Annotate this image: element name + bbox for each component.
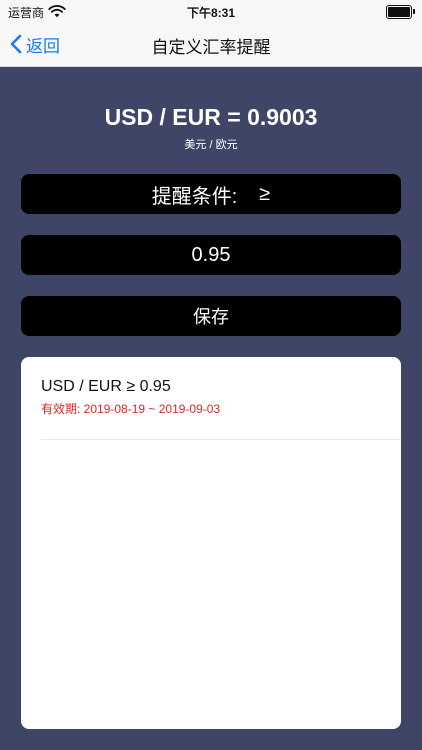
alert-title: USD / EUR ≥ 0.95 <box>41 378 171 395</box>
threshold-input[interactable] <box>21 235 401 275</box>
condition-selector[interactable]: 提醒条件: ≥ <box>21 174 401 214</box>
exchange-rate: USD / EUR = 0.9003 <box>104 104 318 130</box>
page-title: 自定义汇率提醒 <box>151 38 271 57</box>
condition-label: 提醒条件: <box>151 185 238 208</box>
list-item[interactable]: USD / EUR ≥ 0.95 有效期: 2019-08-19 ~ 2019-… <box>41 377 401 440</box>
currency-names: 美元 / 欧元 <box>184 139 238 151</box>
alert-list: USD / EUR ≥ 0.95 有效期: 2019-08-19 ~ 2019-… <box>21 357 401 729</box>
status-bar: 运营商 下午8:31 <box>0 0 422 22</box>
condition-symbol: ≥ <box>259 182 271 205</box>
save-button[interactable]: 保存 <box>21 296 401 336</box>
battery-icon <box>386 5 415 19</box>
navigation-bar: 返回 自定义汇率提醒 <box>0 22 422 66</box>
alert-validity: 有效期: 2019-08-19 ~ 2019-09-03 <box>41 402 221 416</box>
status-time: 下午8:31 <box>186 6 236 20</box>
top-bar: 运营商 下午8:31 返回 自定义汇率提醒 <box>0 0 422 67</box>
